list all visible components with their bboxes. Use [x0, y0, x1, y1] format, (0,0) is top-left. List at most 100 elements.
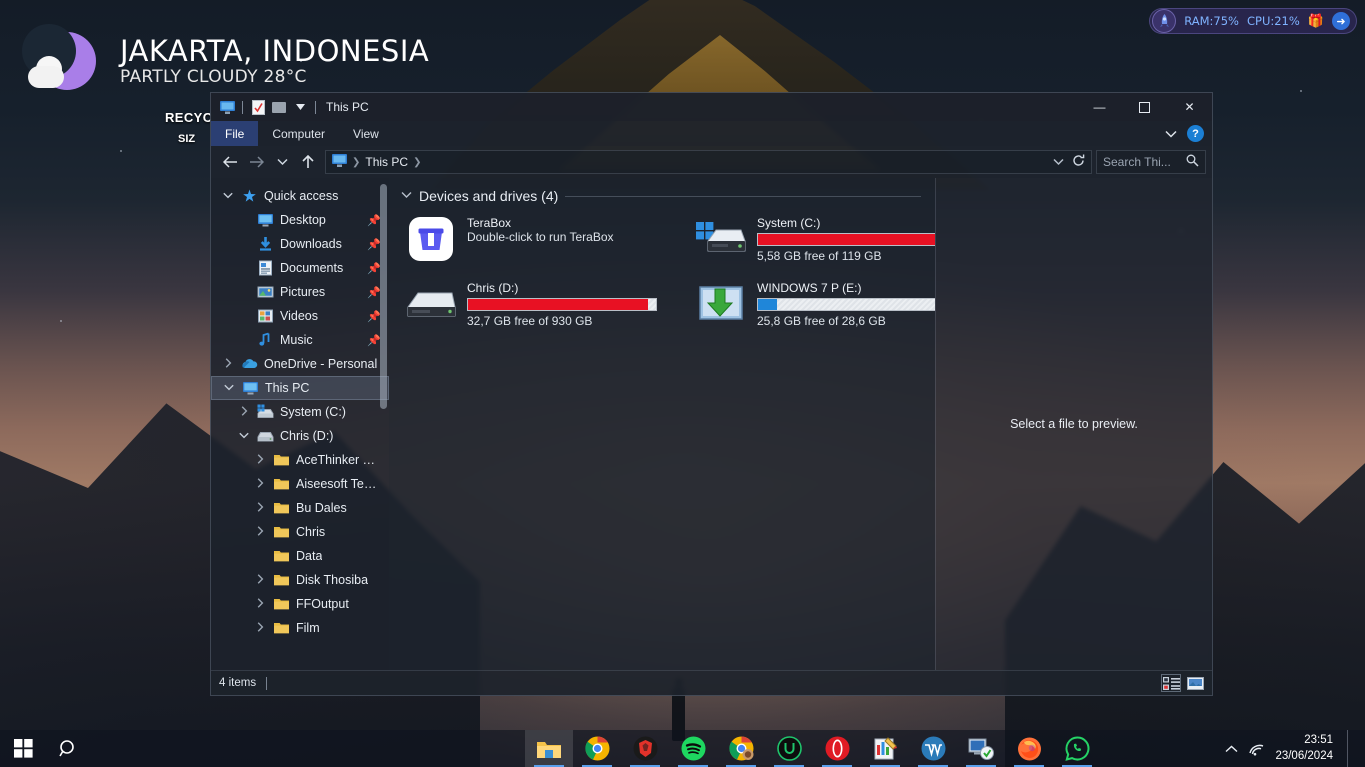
refresh-icon[interactable]: [1072, 154, 1085, 170]
chevron-right-icon[interactable]: [221, 358, 235, 370]
opera-icon[interactable]: [824, 736, 850, 762]
utorrent-icon[interactable]: [776, 736, 802, 762]
brave-shield-icon[interactable]: [632, 736, 658, 762]
forward-button[interactable]: [243, 149, 269, 175]
wifi-icon[interactable]: [1248, 742, 1265, 756]
taskbar-app-spotify[interactable]: [669, 730, 717, 767]
taskbar-app-file-explorer[interactable]: [525, 730, 573, 767]
close-button[interactable]: ✕: [1167, 93, 1212, 121]
notepad-chart-icon[interactable]: [872, 736, 898, 762]
chevron-right-icon[interactable]: [253, 526, 267, 538]
search-icon[interactable]: [1186, 154, 1199, 170]
ribbon-tabs[interactable]: File Computer View ?: [211, 121, 1212, 146]
sidebar-item-documents[interactable]: Documents 📌: [211, 256, 389, 280]
sidebar-item-this-pc[interactable]: This PC: [211, 376, 389, 400]
drives-grid[interactable]: TeraBox Double-click to run TeraBox Syste…: [401, 210, 935, 332]
address-bar[interactable]: ❯ This PC ❯ Search Thi...: [211, 146, 1212, 178]
firefox-icon[interactable]: [1016, 736, 1042, 762]
pin-icon[interactable]: 📌: [367, 334, 381, 347]
taskbar-app-firefox[interactable]: [1005, 730, 1053, 767]
system-monitor-widget[interactable]: RAM:75% CPU:21% 🎁 ➜: [1149, 8, 1357, 34]
up-button[interactable]: [295, 149, 321, 175]
group-header[interactable]: Devices and drives (4): [401, 188, 935, 204]
pin-icon[interactable]: 📌: [367, 214, 381, 227]
chevron-right-icon[interactable]: [253, 502, 267, 514]
sidebar-item-disk-thosiba[interactable]: Disk Thosiba: [211, 568, 389, 592]
sidebar-item-downloads[interactable]: Downloads 📌: [211, 232, 389, 256]
sidebar-item-chris[interactable]: Chris: [211, 520, 389, 544]
taskbar-app-utorrent[interactable]: [765, 730, 813, 767]
sidebar-item-pictures[interactable]: Pictures 📌: [211, 280, 389, 304]
sidebar-item-quick-access[interactable]: Quick access: [211, 184, 389, 208]
system-tray[interactable]: 23:51 23/06/2024: [1225, 730, 1365, 767]
drive-tile[interactable]: TeraBox Double-click to run TeraBox: [401, 210, 679, 267]
spotify-icon[interactable]: [680, 736, 706, 762]
chevron-right-icon[interactable]: [253, 478, 267, 490]
drive-tile[interactable]: Chris (D:) 32,7 GB free of 930 GB: [401, 275, 679, 332]
minimize-button[interactable]: —: [1077, 93, 1122, 121]
pin-icon[interactable]: 📌: [367, 310, 381, 323]
sidebar-item-desktop[interactable]: Desktop 📌: [211, 208, 389, 232]
chevron-right-icon[interactable]: [237, 406, 251, 418]
chevron-down-icon[interactable]: [292, 99, 308, 115]
show-desktop-button[interactable]: [1347, 730, 1353, 767]
sidebar-item-chris-d[interactable]: Chris (D:): [211, 424, 389, 448]
help-button[interactable]: ?: [1187, 125, 1204, 142]
taskbar-app-brave-shield[interactable]: [621, 730, 669, 767]
drive-tile[interactable]: WINDOWS 7 P (E:) 25,8 GB free of 28,6 GB: [691, 275, 935, 332]
breadcrumb-item-this-pc[interactable]: This PC: [365, 155, 408, 169]
pin-icon[interactable]: 📌: [367, 262, 381, 275]
chevron-down-icon[interactable]: [221, 191, 235, 201]
sidebar-item-system-c[interactable]: System (C:): [211, 400, 389, 424]
chrome-profile-icon[interactable]: [728, 736, 754, 762]
windows-start-icon[interactable]: [0, 730, 46, 767]
monitor-icon[interactable]: [219, 99, 235, 115]
quick-access-toolbar[interactable]: [211, 99, 318, 115]
sidebar-item-onedrive-personal[interactable]: OneDrive - Personal: [211, 352, 389, 376]
taskbar-app-wordpress[interactable]: [909, 730, 957, 767]
taskbar-app-google-chrome[interactable]: [573, 730, 621, 767]
google-chrome-icon[interactable]: [584, 736, 610, 762]
search-input[interactable]: Search Thi...: [1096, 150, 1206, 174]
search-icon[interactable]: [46, 730, 92, 767]
taskbar-apps[interactable]: [525, 730, 1101, 767]
arrow-right-icon[interactable]: ➜: [1332, 12, 1350, 30]
breadcrumb[interactable]: ❯ This PC ❯: [325, 150, 1092, 174]
taskbar-app-remote-desktop[interactable]: [957, 730, 1005, 767]
sidebar-item-videos[interactable]: Videos 📌: [211, 304, 389, 328]
gift-icon[interactable]: 🎁: [1308, 13, 1324, 29]
taskbar-app-chrome-profile[interactable]: [717, 730, 765, 767]
back-button[interactable]: [217, 149, 243, 175]
chevron-right-icon[interactable]: [253, 622, 267, 634]
recent-locations-button[interactable]: [269, 149, 295, 175]
taskbar-app-whatsapp[interactable]: [1053, 730, 1101, 767]
pin-icon[interactable]: 📌: [367, 238, 381, 251]
sidebar-item-film[interactable]: Film: [211, 616, 389, 640]
folder-icon[interactable]: [271, 99, 287, 115]
navigation-pane[interactable]: Quick access Desktop 📌 Downloads 📌 Documents 📌…: [211, 178, 389, 670]
window-controls[interactable]: — ✕: [1077, 93, 1212, 121]
navigation-scrollbar[interactable]: [380, 184, 387, 409]
chevron-up-icon[interactable]: [1225, 745, 1238, 753]
sidebar-item-music[interactable]: Music 📌: [211, 328, 389, 352]
chevron-down-icon[interactable]: [237, 431, 251, 441]
sidebar-item-acethinker-temp[interactable]: AceThinker Temp: [211, 448, 389, 472]
chevron-right-icon[interactable]: [253, 598, 267, 610]
sidebar-item-ffoutput[interactable]: FFOutput: [211, 592, 389, 616]
chevron-down-icon[interactable]: [1165, 125, 1177, 143]
tab-computer[interactable]: Computer: [258, 121, 339, 146]
chevron-right-icon[interactable]: [253, 574, 267, 586]
drive-tile[interactable]: System (C:) 5,58 GB free of 119 GB: [691, 210, 935, 267]
chevron-down-icon[interactable]: [222, 383, 236, 393]
details-view-icon[interactable]: [1161, 674, 1181, 692]
tab-file[interactable]: File: [211, 121, 259, 146]
taskbar-app-opera[interactable]: [813, 730, 861, 767]
large-icons-view-icon[interactable]: [1186, 675, 1204, 691]
sidebar-item-bu-dales[interactable]: Bu Dales: [211, 496, 389, 520]
taskbar-app-notepad-chart[interactable]: [861, 730, 909, 767]
chevron-down-icon[interactable]: [401, 191, 412, 202]
sidebar-item-aiseesoft-temp[interactable]: Aiseesoft Temp: [211, 472, 389, 496]
taskbar[interactable]: 23:51 23/06/2024: [0, 730, 1365, 767]
window-title-bar[interactable]: This PC — ✕: [211, 93, 1212, 121]
tab-view[interactable]: View: [339, 121, 393, 146]
